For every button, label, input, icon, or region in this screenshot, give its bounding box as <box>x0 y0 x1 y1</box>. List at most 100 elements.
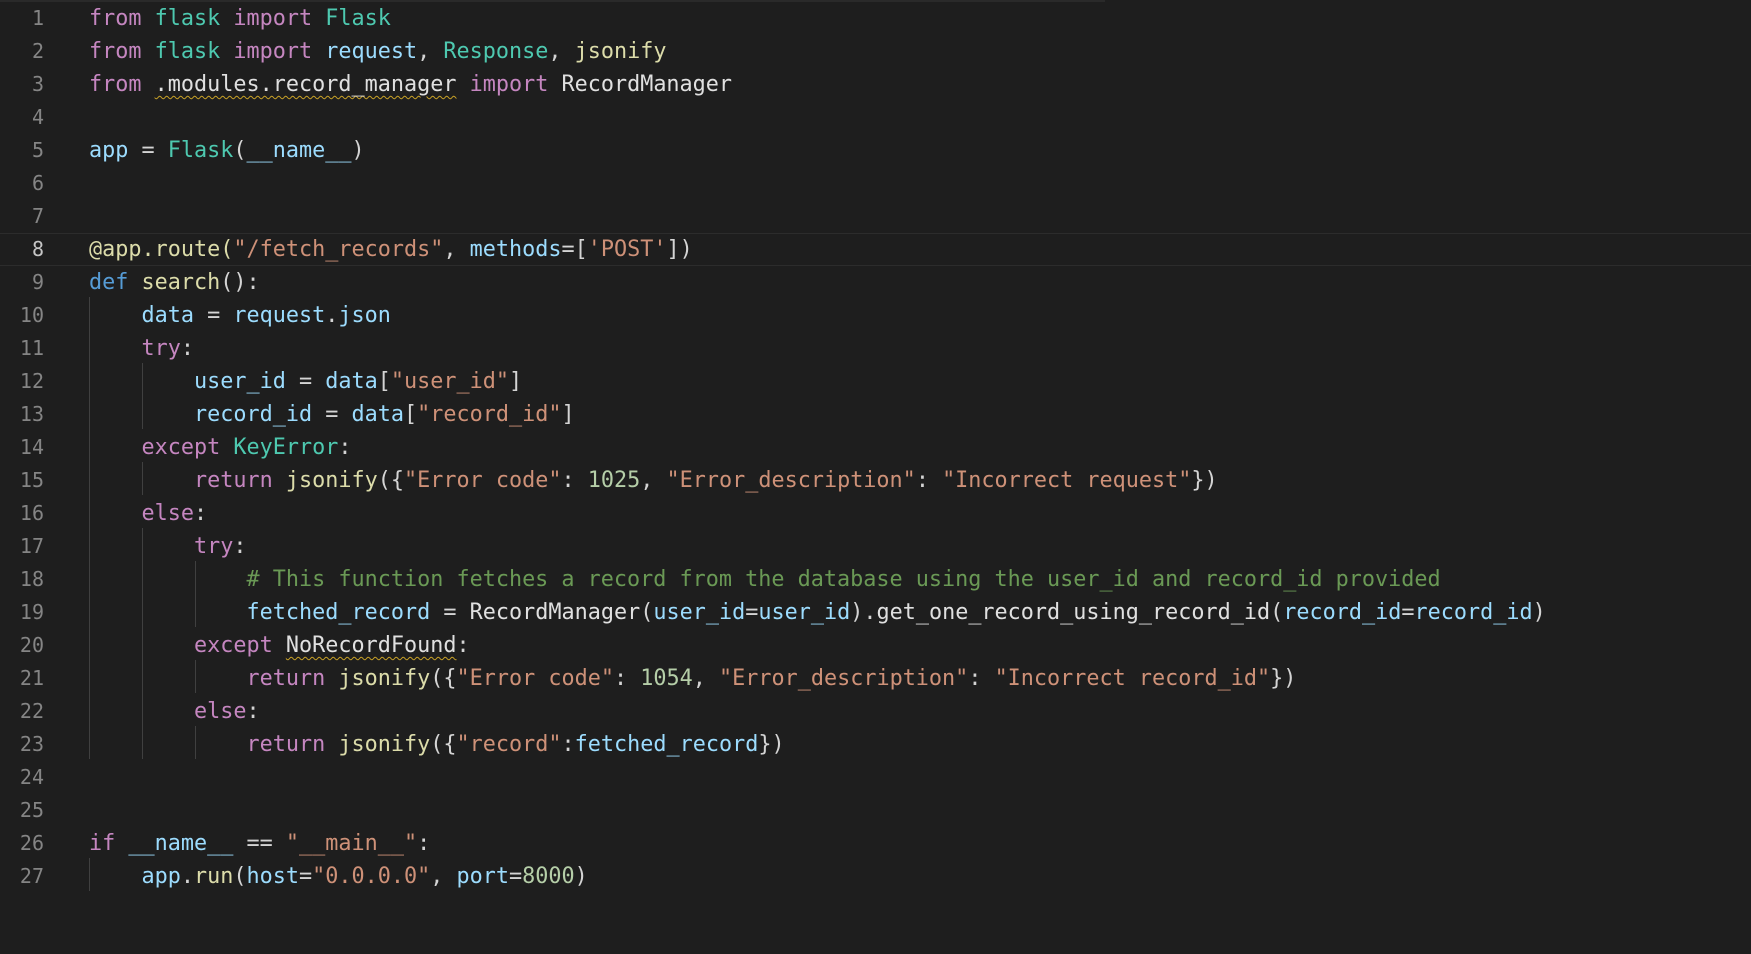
code-line-9[interactable]: 9 def search(): <box>0 266 1751 299</box>
module-token: flask <box>154 39 221 64</box>
code-text[interactable]: app.run(host="0.0.0.0", port=8000) <box>89 860 588 893</box>
code-line-7[interactable]: 7 <box>0 200 1751 233</box>
line-number: 17 <box>19 534 44 558</box>
code-text[interactable]: try: <box>89 530 247 563</box>
line-number: 6 <box>31 171 44 195</box>
variable-token: __name__ <box>128 831 234 856</box>
code-line-14[interactable]: 14 except KeyError: <box>0 431 1751 464</box>
function-token: jsonify <box>285 468 378 493</box>
code-text[interactable]: if __name__ == "__main__": <box>89 827 430 860</box>
code-text[interactable]: app = Flask(__name__) <box>89 134 365 167</box>
code-text[interactable]: user_id = data["user_id"] <box>89 365 522 398</box>
code-line-5[interactable]: 5 app = Flask(__name__) <box>0 134 1751 167</box>
keyword-token: from <box>89 72 142 97</box>
code-text[interactable]: data = request.json <box>89 299 391 332</box>
code-text[interactable]: try: <box>89 332 195 365</box>
line-number: 20 <box>19 633 44 657</box>
line-number: 10 <box>19 303 44 327</box>
code-line-12[interactable]: 12 user_id = data["user_id"] <box>0 365 1751 398</box>
keyword-token: import <box>469 72 549 97</box>
code-line-24[interactable]: 24 <box>0 761 1751 794</box>
string-token: "/fetch_records" <box>233 237 444 262</box>
operator-token: = <box>194 303 234 328</box>
punct-token: ({ <box>377 468 404 493</box>
code-line-20[interactable]: 20 except NoRecordFound: <box>0 629 1751 662</box>
string-token: "record" <box>456 732 562 757</box>
keyword-token: else <box>141 501 195 526</box>
keyword-token: else <box>193 699 247 724</box>
operator-token: = <box>508 864 523 889</box>
line-number: 24 <box>19 765 44 789</box>
line-number: 11 <box>19 336 44 360</box>
code-text[interactable]: # This function fetches a record from th… <box>89 563 1440 596</box>
punct-token: : <box>456 633 470 658</box>
code-text[interactable]: else: <box>89 497 208 530</box>
punct-token: ( <box>233 864 247 889</box>
code-text[interactable]: def search(): <box>89 266 260 299</box>
keyword-token: except <box>193 633 273 658</box>
punct-token: : <box>338 435 352 460</box>
code-line-21[interactable]: 21 return jsonify({"Error code": 1054, "… <box>0 662 1751 695</box>
line-number: 4 <box>31 105 44 129</box>
punct-token: , <box>430 864 457 889</box>
punct-token: : <box>246 699 260 724</box>
keyword-token: from <box>89 39 142 64</box>
code-text[interactable]: from flask import request, Response, jso… <box>89 35 666 68</box>
code-editor[interactable]: 1 from flask import Flask 2 from flask i… <box>0 0 1751 954</box>
variable-token: json <box>338 303 391 328</box>
code-line-25[interactable]: 25 <box>0 794 1751 827</box>
code-line-22[interactable]: 22 else: <box>0 695 1751 728</box>
code-line-3[interactable]: 3 from .modules.record_manager import Re… <box>0 68 1751 101</box>
string-token: "0.0.0.0" <box>312 864 431 889</box>
code-line-17[interactable]: 17 try: <box>0 530 1751 563</box>
punct-token: : <box>180 336 194 361</box>
punct-token: : <box>561 732 575 757</box>
operator-token: = <box>128 138 168 163</box>
code-line-2[interactable]: 2 from flask import request, Response, j… <box>0 35 1751 68</box>
code-line-18[interactable]: 18 # This function fetches a record from… <box>0 563 1751 596</box>
code-line-19[interactable]: 19 fetched_record = RecordManager(user_i… <box>0 596 1751 629</box>
code-text[interactable]: else: <box>89 695 260 728</box>
code-line-4[interactable]: 4 <box>0 101 1751 134</box>
code-text[interactable]: @app.route("/fetch_records", methods=['P… <box>89 233 693 266</box>
code-line-27[interactable]: 27 app.run(host="0.0.0.0", port=8000) <box>0 860 1751 893</box>
operator-token: = <box>299 864 313 889</box>
punct-token: : <box>968 666 995 691</box>
variable-token: user_id <box>758 600 851 625</box>
code-text[interactable]: except KeyError: <box>89 431 352 464</box>
function-token: run <box>194 864 234 889</box>
variable-token: request <box>325 39 418 64</box>
punct-token: : <box>613 666 641 691</box>
number-token: 1025 <box>587 468 641 493</box>
string-token: "__main__" <box>285 831 418 856</box>
method-token: get_one_record_using_record_id <box>876 600 1271 625</box>
code-line-6[interactable]: 6 <box>0 167 1751 200</box>
punct-token: ] <box>508 369 523 394</box>
code-text[interactable]: except NoRecordFound: <box>89 629 470 662</box>
punct-token: ( <box>640 600 654 625</box>
code-line-8[interactable]: 8 @app.route("/fetch_records", methods=[… <box>0 233 1751 266</box>
code-text[interactable]: return jsonify({"Error code": 1054, "Err… <box>89 662 1296 695</box>
code-line-10[interactable]: 10 data = request.json <box>0 299 1751 332</box>
code-line-23[interactable]: 23 return jsonify({"record":fetched_reco… <box>0 728 1751 761</box>
code-line-11[interactable]: 11 try: <box>0 332 1751 365</box>
punct-token: [ <box>377 369 391 394</box>
variable-token: app <box>89 138 129 163</box>
code-text[interactable]: return jsonify({"record":fetched_record}… <box>89 728 784 761</box>
code-line-16[interactable]: 16 else: <box>0 497 1751 530</box>
code-text[interactable]: fetched_record = RecordManager(user_id=u… <box>89 596 1545 629</box>
punct-token: =[ <box>561 237 588 262</box>
code-line-15[interactable]: 15 return jsonify({"Error code": 1025, "… <box>0 464 1751 497</box>
unresolved-import-token: .modules.record_manager <box>154 72 457 97</box>
punct-token: ( <box>233 138 247 163</box>
code-text[interactable]: from .modules.record_manager import Reco… <box>89 68 732 101</box>
code-line-1[interactable]: 1 from flask import Flask <box>0 2 1751 35</box>
code-text[interactable]: from flask import Flask <box>89 2 391 35</box>
code-line-13[interactable]: 13 record_id = data["record_id"] <box>0 398 1751 431</box>
code-line-26[interactable]: 26 if __name__ == "__main__": <box>0 827 1751 860</box>
operator-token: = <box>745 600 759 625</box>
code-text[interactable]: return jsonify({"Error code": 1025, "Err… <box>89 464 1218 497</box>
class-token: Flask <box>325 6 391 31</box>
variable-token: fetched_record <box>574 732 759 757</box>
code-text[interactable]: record_id = data["record_id"] <box>89 398 575 431</box>
